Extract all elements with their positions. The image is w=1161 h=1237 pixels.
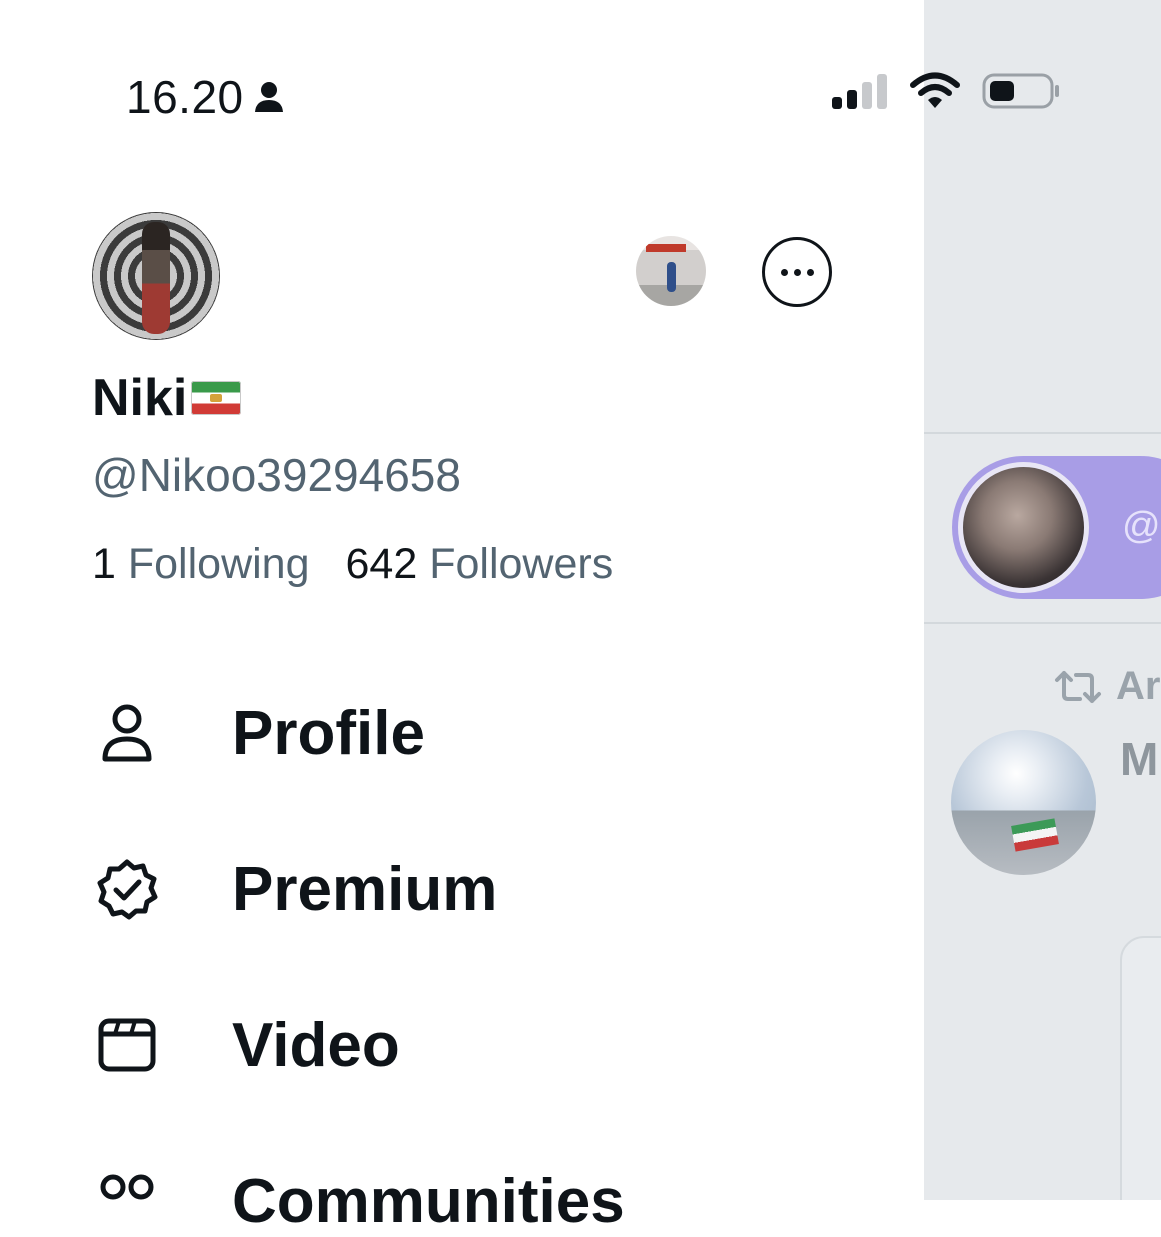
more-dot (780, 268, 788, 276)
person-icon (254, 82, 283, 112)
iran-flag-icon (191, 381, 242, 415)
retweet-indicator: Ar (1054, 664, 1160, 709)
verified-badge-icon (97, 859, 158, 920)
menu-item-label: Communities (232, 1166, 625, 1236)
clock: 16.20 (126, 71, 244, 123)
menu-item-premium[interactable]: Premium (92, 854, 497, 924)
followers-count: 642 (345, 540, 418, 588)
status-bar-time: 16.20 (126, 70, 284, 124)
battery-icon (982, 73, 1059, 109)
more-dot (806, 268, 814, 276)
status-bar-icons (830, 72, 1062, 110)
divider (924, 432, 1161, 434)
tweet-author-avatar[interactable] (951, 730, 1096, 875)
retweet-icon (1055, 670, 1101, 703)
retweeter-name: Ar (1116, 664, 1161, 708)
menu-item-label: Profile (232, 698, 425, 768)
profile-avatar[interactable] (92, 212, 220, 340)
following-count: 1 (92, 540, 116, 588)
more-accounts-button[interactable] (762, 237, 832, 307)
display-name[interactable]: Niki (92, 368, 242, 428)
person-icon (102, 704, 152, 762)
tweet-author-name[interactable]: M (1120, 732, 1158, 786)
following-label: Following (127, 540, 310, 588)
video-icon (98, 1018, 156, 1072)
spaces-host-avatar (958, 462, 1089, 593)
other-account-avatar[interactable] (636, 236, 706, 306)
signal-icon (832, 74, 887, 109)
follow-stats: 1 Following 642 Followers (92, 540, 613, 589)
menu-item-communities[interactable]: Communities (92, 1166, 625, 1236)
display-name-text: Niki (92, 369, 188, 427)
menu-item-video[interactable]: Video (92, 1010, 400, 1080)
menu-item-label: Video (232, 1010, 400, 1080)
followers-label: Followers (429, 540, 614, 588)
wifi-icon (910, 72, 960, 108)
menu-item-label: Premium (232, 854, 498, 924)
communities-icon (100, 1174, 154, 1200)
more-dot (793, 268, 801, 276)
tweet-media[interactable] (1120, 936, 1161, 1200)
following-link[interactable]: 1 Following (92, 540, 310, 588)
spaces-host-handle: @ (1122, 505, 1161, 547)
user-handle[interactable]: @Nikoo39294658 (92, 448, 461, 502)
menu-item-profile[interactable]: Profile (92, 698, 425, 768)
followers-link[interactable]: 642 Followers (346, 540, 614, 588)
timeline-backdrop[interactable]: @ Ar M (924, 0, 1161, 1200)
divider (924, 622, 1161, 624)
